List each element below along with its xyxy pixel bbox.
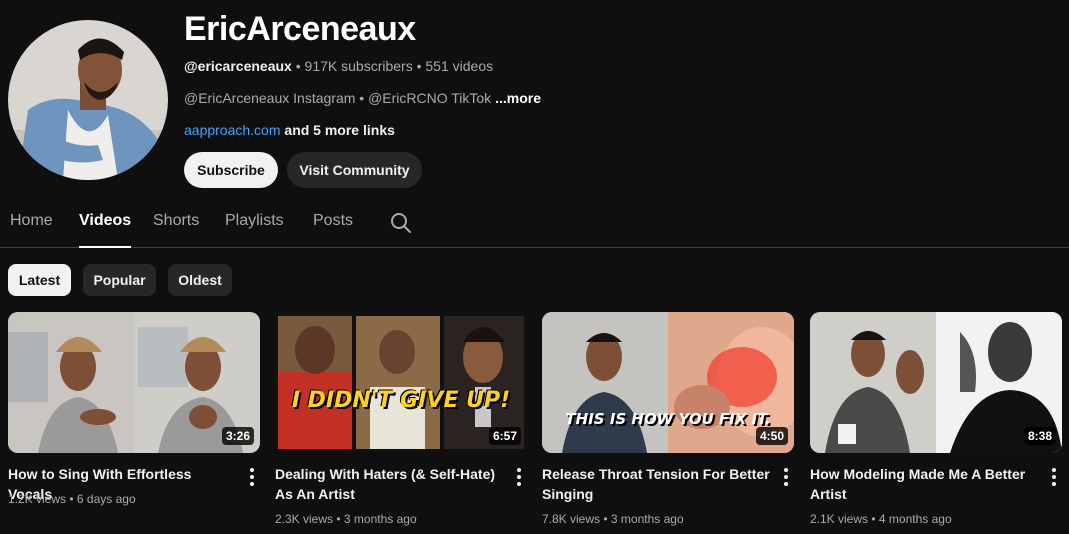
channel-tabs: Home Videos Shorts Playlists Posts — [0, 200, 1069, 248]
more-link[interactable]: ...more — [495, 90, 541, 106]
video-thumbnail[interactable]: 8:38 — [810, 312, 1062, 453]
subscriber-count: 917K subscribers — [304, 58, 413, 74]
more-vert-icon[interactable] — [515, 468, 523, 486]
tab-posts[interactable]: Posts — [313, 212, 353, 248]
tab-playlists[interactable]: Playlists — [225, 212, 284, 248]
video-meta: 1.2K views • 6 days ago — [8, 492, 136, 506]
video-title[interactable]: How Modeling Made Me A Better Artist — [810, 464, 1038, 504]
channel-description[interactable]: @EricArceneaux Instagram • @EricRCNO Tik… — [184, 90, 541, 106]
video-title[interactable]: Dealing With Haters (& Self-Hate) As An … — [275, 464, 503, 504]
video-duration: 3:26 — [221, 427, 254, 445]
thumbnail-overlay-text: I DIDN'T GIVE UP! — [291, 388, 511, 413]
video-age: 3 months ago — [610, 512, 684, 526]
channel-name: EricArceneaux — [184, 10, 416, 48]
video-meta: 2.1K views • 4 months ago — [810, 512, 952, 526]
tab-shorts[interactable]: Shorts — [153, 212, 199, 248]
video-duration: 6:57 — [488, 427, 521, 445]
video-thumbnail[interactable]: THIS IS HOW YOU FIX IT. 4:50 — [542, 312, 794, 453]
chip-latest[interactable]: Latest — [8, 264, 71, 296]
video-card[interactable]: I DIDN'T GIVE UP! 6:57 Dealing With Hate… — [275, 312, 527, 526]
video-age: 3 months ago — [343, 512, 417, 526]
video-card[interactable]: 3:26 How to Sing With Effortless Vocals … — [8, 312, 260, 506]
channel-handle: @ericarceneaux — [184, 58, 292, 74]
description-text: @EricArceneaux Instagram • @EricRCNO Tik… — [184, 90, 492, 106]
separator: • — [871, 512, 876, 526]
more-links-label[interactable]: and 5 more links — [284, 122, 394, 138]
video-meta: 7.8K views • 3 months ago — [542, 512, 684, 526]
thumbnail-overlay-text: THIS IS HOW YOU FIX IT. — [565, 410, 771, 428]
subscribe-button[interactable]: Subscribe — [184, 152, 278, 188]
video-age: 6 days ago — [76, 492, 136, 506]
separator: • — [603, 512, 608, 526]
search-icon[interactable] — [389, 211, 413, 235]
separator: • — [416, 58, 422, 74]
channel-avatar[interactable] — [8, 20, 168, 180]
channel-meta: @ericarceneaux • 917K subscribers • 551 … — [184, 58, 493, 74]
channel-links[interactable]: aapproach.com and 5 more links — [184, 122, 395, 138]
video-count: 551 videos — [425, 58, 494, 74]
video-thumbnail[interactable]: I DIDN'T GIVE UP! 6:57 — [275, 312, 527, 453]
chip-popular[interactable]: Popular — [83, 264, 156, 296]
video-card[interactable]: THIS IS HOW YOU FIX IT. 4:50 Release Thr… — [542, 312, 794, 526]
tab-home[interactable]: Home — [10, 212, 53, 248]
video-meta: 2.3K views • 3 months ago — [275, 512, 417, 526]
video-thumbnail[interactable]: 3:26 — [8, 312, 260, 453]
more-vert-icon[interactable] — [248, 468, 256, 486]
separator: • — [336, 512, 341, 526]
separator: • — [69, 492, 74, 506]
video-views: 2.1K views — [810, 512, 869, 526]
video-card[interactable]: 8:38 How Modeling Made Me A Better Artis… — [810, 312, 1062, 526]
video-views: 2.3K views — [275, 512, 334, 526]
video-views: 7.8K views — [542, 512, 601, 526]
tab-videos[interactable]: Videos — [79, 212, 132, 248]
chip-oldest[interactable]: Oldest — [168, 264, 232, 296]
video-duration: 8:38 — [1023, 427, 1056, 445]
video-title[interactable]: Release Throat Tension For Better Singin… — [542, 464, 770, 504]
video-age: 4 months ago — [878, 512, 952, 526]
more-vert-icon[interactable] — [782, 468, 790, 486]
more-vert-icon[interactable] — [1050, 468, 1058, 486]
video-duration: 4:50 — [755, 427, 788, 445]
separator: • — [295, 58, 301, 74]
video-views: 1.2K views — [8, 492, 67, 506]
external-link[interactable]: aapproach.com — [184, 122, 281, 138]
visit-community-button[interactable]: Visit Community — [287, 152, 422, 188]
